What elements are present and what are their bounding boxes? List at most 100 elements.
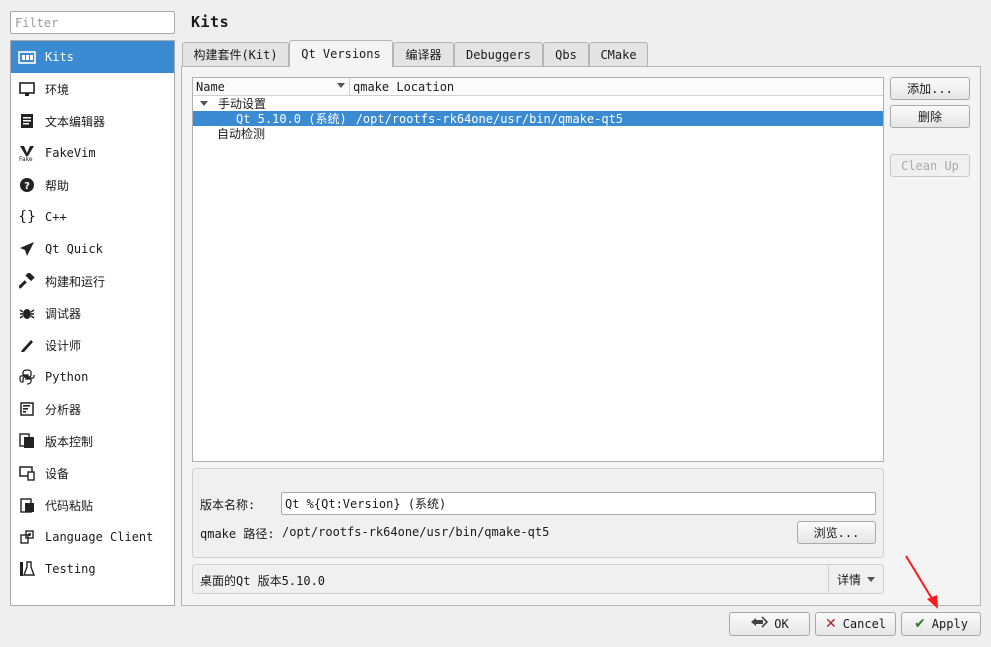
text-editor-icon	[17, 111, 37, 131]
page-title: Kits	[191, 13, 230, 31]
check-icon: ✔	[914, 616, 926, 632]
sidebar-item-version-control[interactable]: 版本控制	[11, 425, 174, 457]
qt-version-qmake-location: /opt/rootfs-rk64one/usr/bin/qmake-qt5	[355, 111, 624, 126]
version-info-text: 桌面的Qt 版本5.10.0	[200, 574, 326, 588]
sidebar-item-label: FakeVim	[45, 146, 96, 160]
column-header-label: Name	[196, 80, 225, 94]
tree-row-qt-version[interactable]: Qt 5.10.0 (系统) /opt/rootfs-rk64one/usr/b…	[193, 111, 883, 126]
tree-group-auto-detected[interactable]: 自动检测	[193, 126, 883, 141]
add-button[interactable]: 添加...	[890, 77, 970, 100]
sidebar-item-label: 设计师	[45, 338, 82, 353]
sort-arrow-icon	[337, 83, 345, 88]
device-icon	[17, 463, 37, 483]
version-control-icon	[17, 431, 37, 451]
version-name-label: 版本名称:	[200, 498, 256, 512]
braces-icon: {}	[18, 209, 36, 225]
apply-button[interactable]: ✔ Apply	[901, 612, 981, 636]
sidebar-item-debugger[interactable]: 调试器	[11, 297, 174, 329]
qmake-path-label: qmake 路径:	[200, 527, 275, 541]
tab-debuggers[interactable]: Debuggers	[454, 42, 543, 66]
monitor-icon	[17, 79, 37, 99]
sidebar-item-label: 设备	[45, 466, 70, 481]
sidebar-item-label: 调试器	[45, 306, 82, 321]
hammer-icon	[17, 271, 37, 291]
sidebar-item-label: Qt Quick	[45, 242, 103, 256]
cancel-label: Cancel	[842, 617, 887, 631]
python-icon	[17, 367, 37, 387]
paste-icon	[17, 495, 37, 515]
sidebar-item-text-editor[interactable]: 文本编辑器	[11, 105, 174, 137]
sidebar-item-label: Python	[45, 370, 89, 384]
sidebar-item-language-client[interactable]: Language Client	[11, 521, 174, 553]
sidebar-item-qt-quick[interactable]: Qt Quick	[11, 233, 174, 265]
sidebar-item-label: 环境	[45, 82, 70, 97]
cancel-icon: ✕	[824, 616, 837, 632]
sidebar-item-build-run[interactable]: 构建和运行	[11, 265, 174, 297]
cancel-button[interactable]: ✕ Cancel	[815, 612, 896, 636]
clean-up-button[interactable]: Clean Up	[890, 154, 970, 177]
details-toggle-label: 详情	[836, 572, 861, 587]
tab-label: 构建套件(Kit)	[193, 48, 278, 62]
version-name-input[interactable]	[281, 492, 876, 515]
tab-label: CMake	[600, 47, 637, 62]
chevron-down-icon	[867, 576, 875, 582]
tab-compilers[interactable]: 编译器	[393, 42, 454, 66]
sidebar-item-testing[interactable]: Testing	[11, 553, 174, 585]
tab-qbs[interactable]: Qbs	[543, 42, 589, 66]
browse-button[interactable]: 浏览...	[797, 521, 876, 544]
tab-kits[interactable]: 构建套件(Kit)	[182, 42, 289, 66]
sidebar-item-fakevim[interactable]: Fake FakeVim	[11, 137, 174, 169]
options-sidebar: Kits 环境 文本编辑器 Fake FakeVim ? 帮助 {} C++ Q…	[10, 40, 175, 606]
language-client-icon	[17, 527, 37, 547]
sidebar-item-help[interactable]: ? 帮助	[11, 169, 174, 201]
apply-label: Apply	[931, 617, 968, 631]
ok-button[interactable]: OK	[729, 612, 810, 636]
help-icon: ?	[17, 175, 37, 195]
fakevim-icon: Fake	[17, 143, 37, 163]
qmake-path-value: /opt/rootfs-rk64one/usr/bin/qmake-qt5	[282, 525, 550, 539]
sidebar-item-environment[interactable]: 环境	[11, 73, 174, 105]
svg-text:?: ?	[24, 181, 30, 192]
paper-plane-icon	[17, 239, 37, 259]
analyzer-icon	[17, 399, 37, 419]
svg-text:Fake: Fake	[19, 156, 33, 162]
sidebar-item-designer[interactable]: 设计师	[11, 329, 174, 361]
tree-group-manual[interactable]: 手动设置	[193, 96, 883, 111]
sidebar-item-label: 构建和运行	[45, 274, 106, 289]
sidebar-item-cpp[interactable]: {} C++	[11, 201, 174, 233]
sidebar-item-label: Kits	[45, 50, 74, 64]
tab-label: 编译器	[405, 48, 442, 62]
tab-cmake[interactable]: CMake	[589, 42, 648, 66]
sidebar-item-devices[interactable]: 设备	[11, 457, 174, 489]
details-toggle-button[interactable]: 详情	[828, 565, 883, 593]
sidebar-item-label: 帮助	[45, 178, 70, 193]
expand-arrow-icon[interactable]	[200, 101, 208, 106]
tree-header: Name qmake Location	[193, 78, 883, 96]
sidebar-item-label: 代码粘贴	[45, 498, 94, 513]
pencil-icon	[17, 335, 37, 355]
sidebar-item-python[interactable]: Python	[11, 361, 174, 393]
sidebar-item-label: 版本控制	[45, 434, 94, 449]
qt-versions-tree[interactable]: Name qmake Location 手动设置 Qt 5.10.0 (系统) …	[192, 77, 884, 462]
sidebar-item-label: Language Client	[45, 530, 154, 544]
remove-button[interactable]: 删除	[890, 105, 970, 128]
sidebar-item-analyzer[interactable]: 分析器	[11, 393, 174, 425]
sidebar-item-code-paste[interactable]: 代码粘贴	[11, 489, 174, 521]
tab-label: Qbs	[555, 47, 577, 62]
flask-icon	[17, 559, 37, 579]
filter-input[interactable]	[10, 11, 175, 34]
tab-qt-versions[interactable]: Qt Versions	[289, 40, 393, 67]
sidebar-item-label: Testing	[45, 562, 96, 576]
tree-group-label: 自动检测	[217, 127, 266, 141]
ok-label: OK	[774, 617, 789, 631]
sidebar-item-label: 分析器	[45, 402, 82, 417]
tab-label: Debuggers	[465, 47, 532, 62]
ok-icon	[750, 615, 769, 633]
column-header-qmake-location[interactable]: qmake Location	[350, 78, 454, 96]
annotation-arrow	[905, 555, 938, 609]
sidebar-item-label: 文本编辑器	[45, 114, 106, 129]
sidebar-item-kits[interactable]: Kits	[11, 41, 174, 73]
kits-icon	[17, 47, 37, 67]
column-header-name[interactable]: Name	[193, 78, 350, 96]
tab-label: Qt Versions	[301, 47, 381, 61]
